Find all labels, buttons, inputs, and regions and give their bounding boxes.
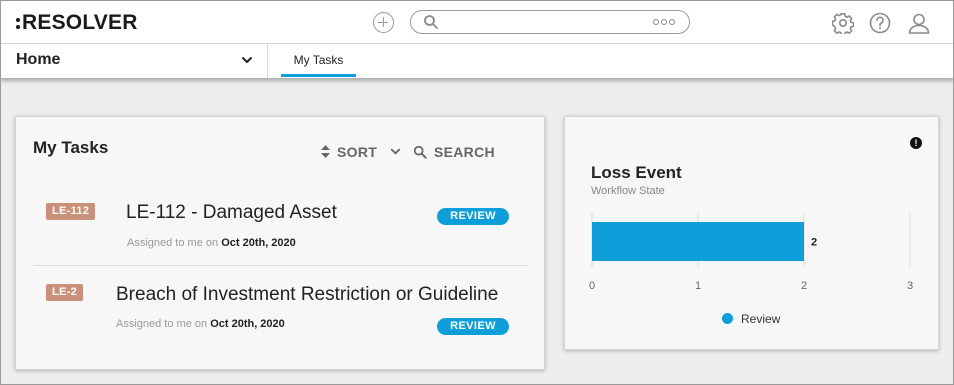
search-icon	[413, 145, 427, 159]
task-name[interactable]: Breach of Investment Restriction or Guid…	[116, 284, 498, 306]
loss-event-card: ! Loss Event Workflow State 01232 Review	[564, 116, 939, 350]
tab-my-tasks[interactable]: My Tasks	[281, 44, 356, 78]
task-id-badge: LE-2	[46, 284, 84, 301]
help-icon[interactable]	[869, 12, 891, 34]
my-tasks-title: My Tasks	[33, 138, 109, 157]
status-badge: REVIEW	[437, 318, 509, 335]
global-search[interactable]	[410, 10, 690, 34]
more-options-icon[interactable]	[653, 19, 677, 25]
nav-bar: Home My Tasks	[0, 44, 954, 78]
chevron-down-icon	[242, 57, 252, 63]
task-row[interactable]: LE-2 Breach of Investment Restriction or…	[33, 267, 528, 357]
legend-swatch	[722, 313, 733, 324]
gear-icon[interactable]	[832, 12, 854, 34]
home-dropdown[interactable]: Home	[0, 44, 268, 78]
sort-icon	[321, 145, 330, 158]
status-badge: REVIEW	[437, 208, 509, 225]
task-assigned: Assigned to me on Oct 20th, 2020	[127, 237, 296, 249]
x-tick-label: 0	[589, 280, 595, 292]
plus-circle-icon[interactable]	[373, 12, 394, 33]
task-assigned-date: Oct 20th, 2020	[210, 318, 285, 330]
task-name[interactable]: LE-112 - Damaged Asset	[126, 202, 337, 224]
x-tick-label: 1	[695, 280, 701, 292]
task-id-badge: LE-112	[46, 203, 96, 220]
resolver-logo[interactable]: RESOLVER	[16, 11, 138, 35]
x-tick-label: 3	[907, 280, 913, 292]
search-icon	[424, 15, 438, 29]
search-label: SEARCH	[434, 144, 495, 160]
my-tasks-card: My Tasks SORT SEARCH LE-112 LE-112 - Dam…	[15, 116, 545, 370]
bar-review[interactable]	[592, 222, 804, 261]
task-assigned: Assigned to me on Oct 20th, 2020	[116, 318, 285, 330]
logo-colon	[16, 14, 21, 30]
global-search-input[interactable]	[445, 13, 645, 30]
top-bar: RESOLVER	[0, 0, 954, 44]
x-tick-label: 2	[801, 280, 807, 292]
legend-label: Review	[741, 312, 781, 326]
task-row[interactable]: LE-112 LE-112 - Damaged Asset Assigned t…	[33, 187, 528, 266]
tab-my-tasks-label: My Tasks	[293, 53, 344, 67]
bar-data-label: 2	[811, 237, 817, 249]
chevron-down-icon	[390, 148, 401, 155]
task-assigned-date: Oct 20th, 2020	[221, 237, 296, 249]
user-icon[interactable]	[908, 12, 930, 34]
logo-text: RESOLVER	[22, 11, 138, 34]
sort-label: SORT	[337, 144, 378, 160]
home-dropdown-label: Home	[16, 51, 61, 68]
active-tab-indicator	[281, 74, 356, 77]
